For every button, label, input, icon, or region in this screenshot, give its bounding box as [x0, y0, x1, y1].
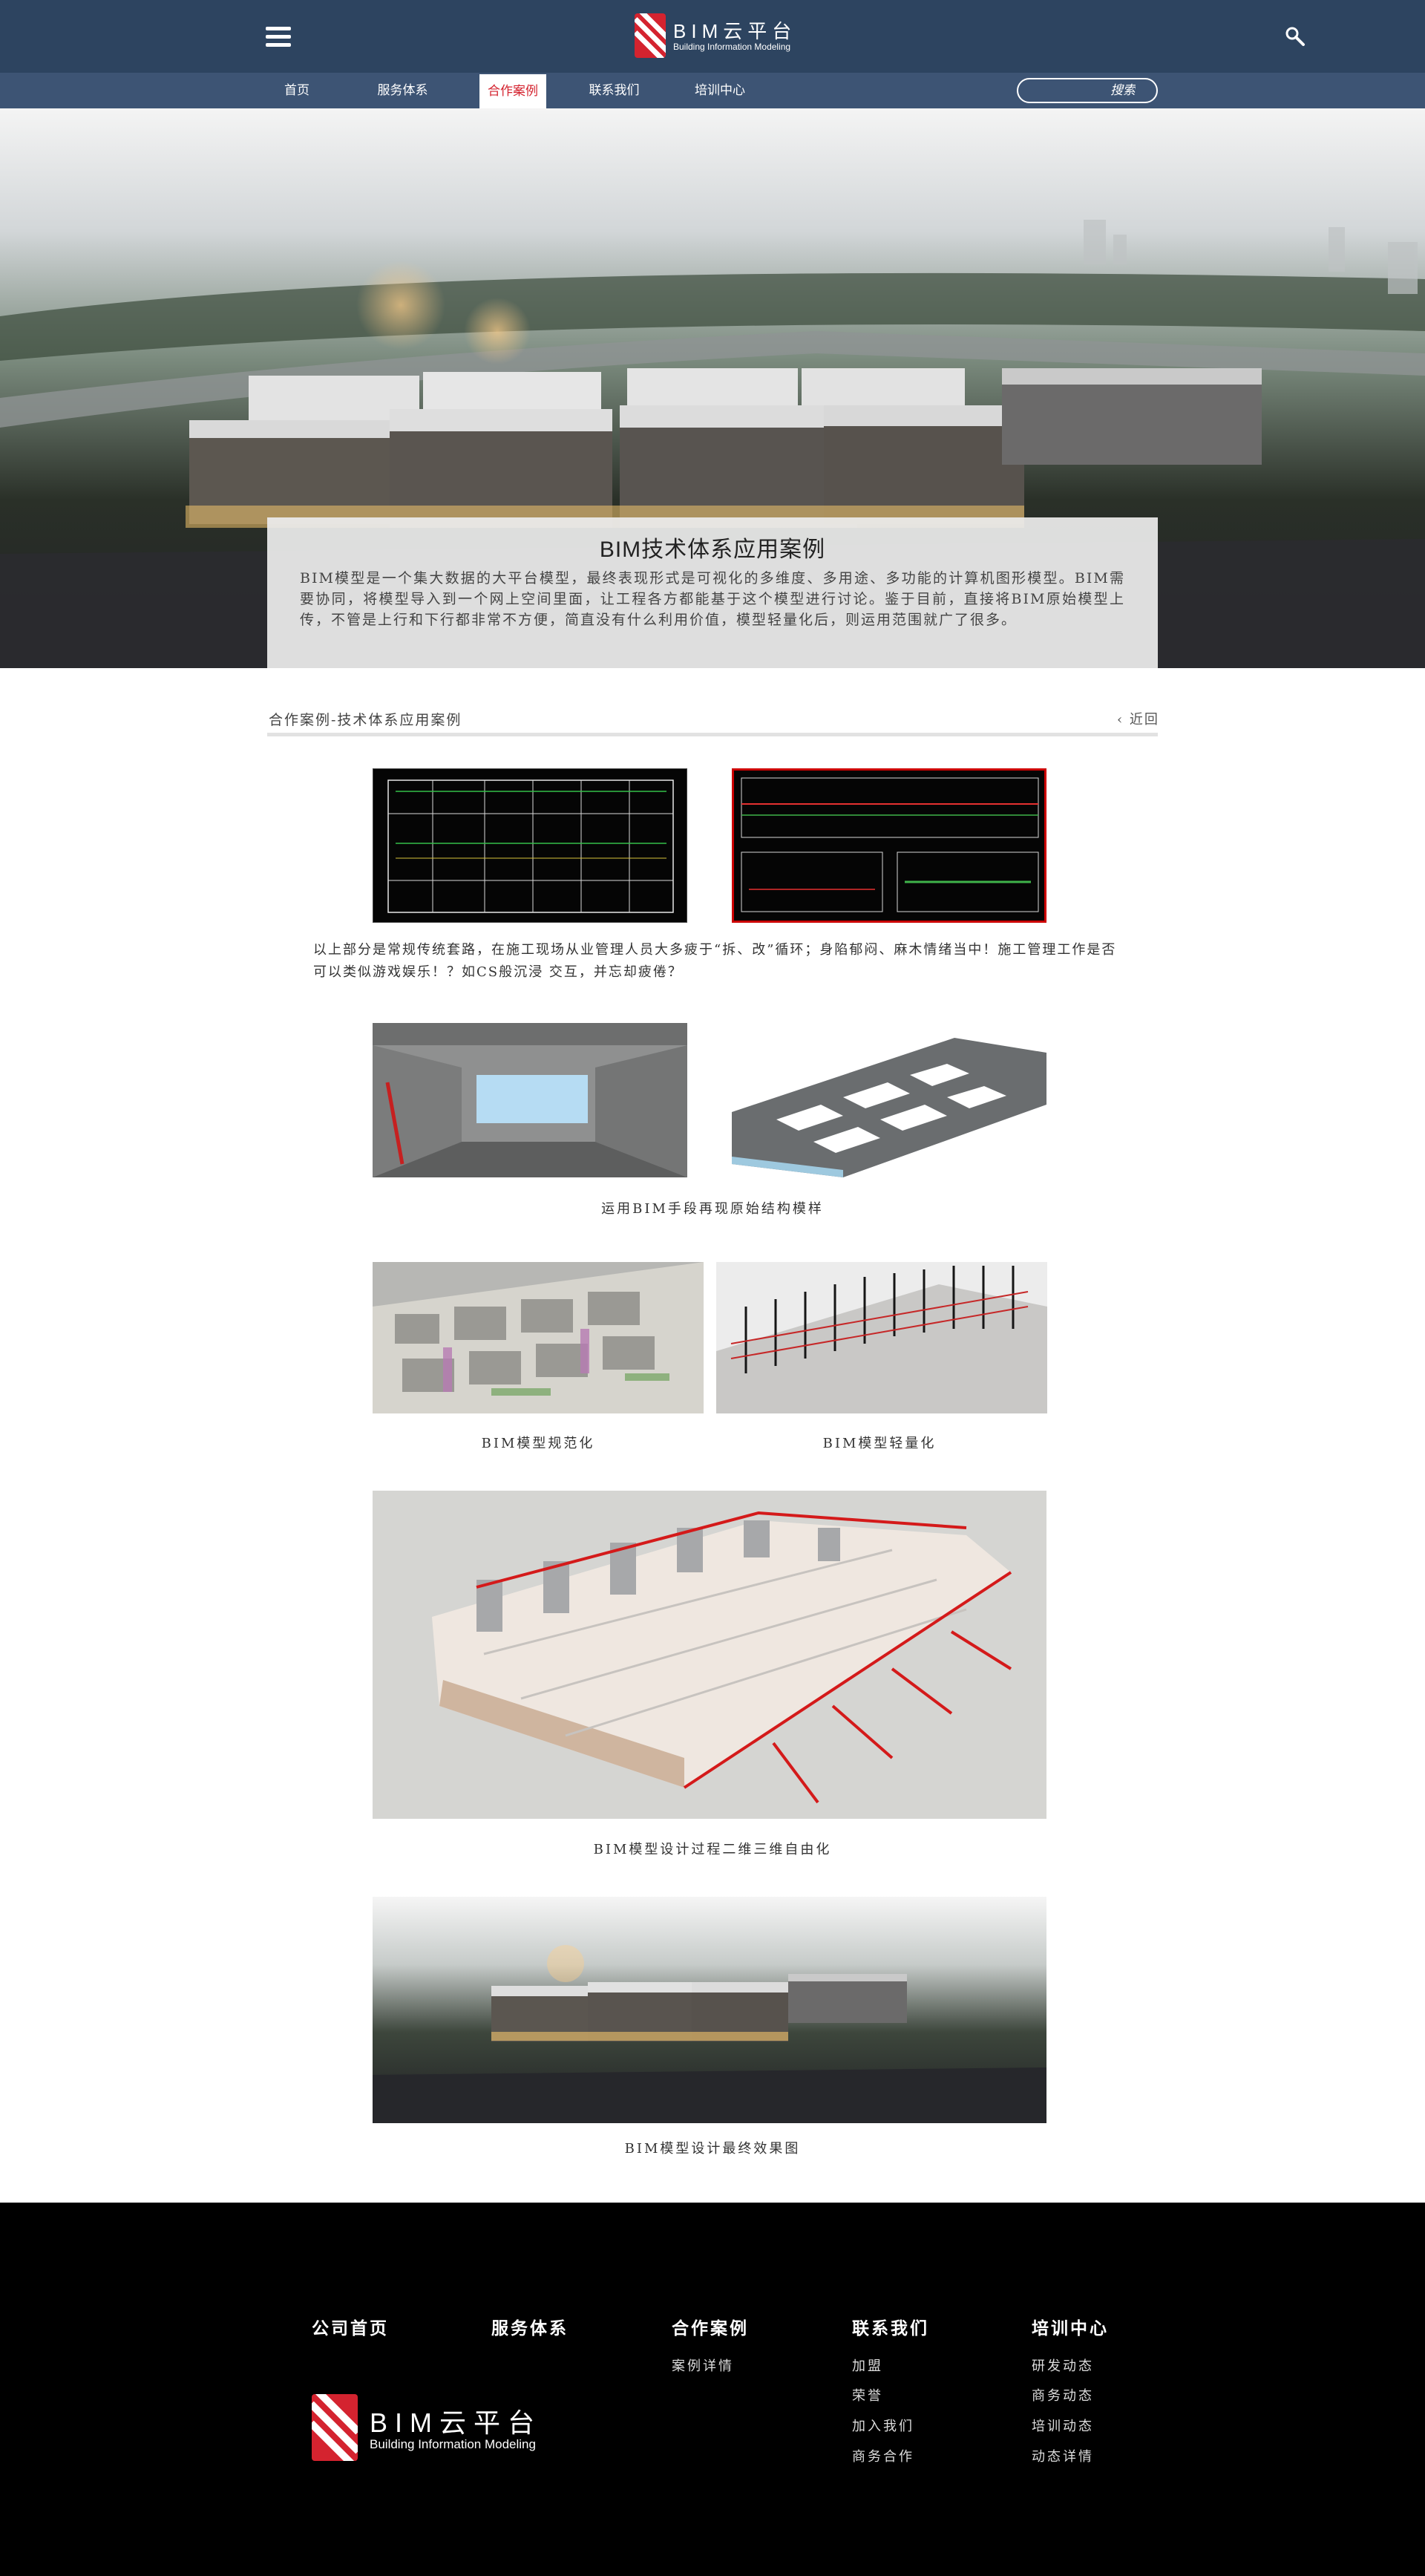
footer-title-home[interactable]: 公司首页 [312, 2314, 389, 2339]
footer-link-case-detail[interactable]: 案例详情 [672, 2356, 734, 2375]
footer-link-rd-news[interactable]: 研发动态 [1032, 2356, 1094, 2375]
caption-2d-3d-free: BIM模型设计过程二维三维自由化 [593, 1842, 832, 1857]
footer-logo[interactable]: BIM云平台 Building Information Modeling [312, 2394, 557, 2465]
footer-link-join-us[interactable]: 加入我们 [852, 2416, 914, 2435]
footer-link-training-news[interactable]: 培训动态 [1032, 2416, 1094, 2435]
footer [0, 2203, 1425, 2576]
footer-link-news-detail[interactable]: 动态详情 [1032, 2446, 1094, 2465]
hero-description: BIM模型是一个集大数据的大平台模型，最终表现形式是可视化的多维度、多用途、多功… [300, 570, 1125, 628]
hero-info-card: BIM技术体系应用案例 BIM模型是一个集大数据的大平台模型，最终表现形式是可视… [267, 517, 1158, 668]
nav-item-training[interactable]: 培训中心 [687, 73, 753, 108]
logo-subtitle: Building Information Modeling [673, 42, 791, 52]
footer-title-training[interactable]: 培训中心 [1032, 2314, 1109, 2339]
footer-link-join[interactable]: 加盟 [852, 2356, 883, 2375]
breadcrumb-divider [267, 733, 1158, 736]
footer-link-honor[interactable]: 荣誉 [852, 2385, 883, 2405]
footer-logo-mark-icon [312, 2394, 358, 2461]
search-input[interactable] [1018, 79, 1156, 102]
back-link[interactable]: ‹ 近回 [1117, 709, 1159, 728]
cad-plan-image [373, 768, 687, 923]
bim-lightweight-image [716, 1262, 1047, 1413]
footer-title-services[interactable]: 服务体系 [491, 2314, 569, 2339]
nav-item-contact[interactable]: 联系我们 [583, 73, 646, 108]
footer-title-cases[interactable]: 合作案例 [672, 2314, 749, 2339]
footer-logo-title: BIM云平台 [370, 2407, 543, 2438]
interior-model-image [373, 1023, 687, 1177]
footer-logo-subtitle: Building Information Modeling [370, 2437, 536, 2451]
nav-item-cases[interactable]: 合作案例 [479, 74, 546, 108]
logo-mark-icon [635, 13, 666, 58]
caption-final-rendering: BIM模型设计最终效果图 [624, 2141, 801, 2157]
bim-3d-model-image [373, 1491, 1046, 1819]
structure-frame-image [732, 1023, 1046, 1177]
nav-item-services[interactable]: 服务体系 [371, 73, 434, 108]
search-box[interactable] [1017, 78, 1158, 103]
logo-title: BIM云平台 [673, 20, 797, 42]
content-paragraph: 以上部分是常规传统套路，在施工现场从业管理人员大多疲于“拆、改”循环；身陷郁闷、… [313, 942, 1117, 980]
footer-title-contact[interactable]: 联系我们 [852, 2314, 929, 2339]
hero-title: BIM技术体系应用案例 [599, 537, 826, 562]
footer-link-business-news[interactable]: 商务动态 [1032, 2385, 1094, 2405]
cad-section-image [732, 768, 1046, 923]
caption-structure: 运用BIM手段再现原始结构模样 [601, 1201, 824, 1217]
nav-item-home[interactable]: 首页 [278, 73, 315, 108]
bim-standardization-image [373, 1262, 704, 1413]
search-icon[interactable] [1284, 25, 1306, 48]
footer-link-business[interactable]: 商务合作 [852, 2446, 914, 2465]
hamburger-menu-icon[interactable] [266, 27, 291, 48]
caption-standardization: BIM模型规范化 [481, 1436, 595, 1451]
chevron-left-icon: ‹ [1117, 712, 1130, 728]
breadcrumb: 合作案例-技术体系应用案例 [269, 712, 462, 728]
caption-lightweight: BIM模型轻量化 [822, 1436, 937, 1451]
site-logo[interactable]: BIM云平台 Building Information Modeling [635, 12, 791, 61]
back-link-label: 近回 [1129, 712, 1159, 728]
final-rendering-image [373, 1897, 1046, 2123]
